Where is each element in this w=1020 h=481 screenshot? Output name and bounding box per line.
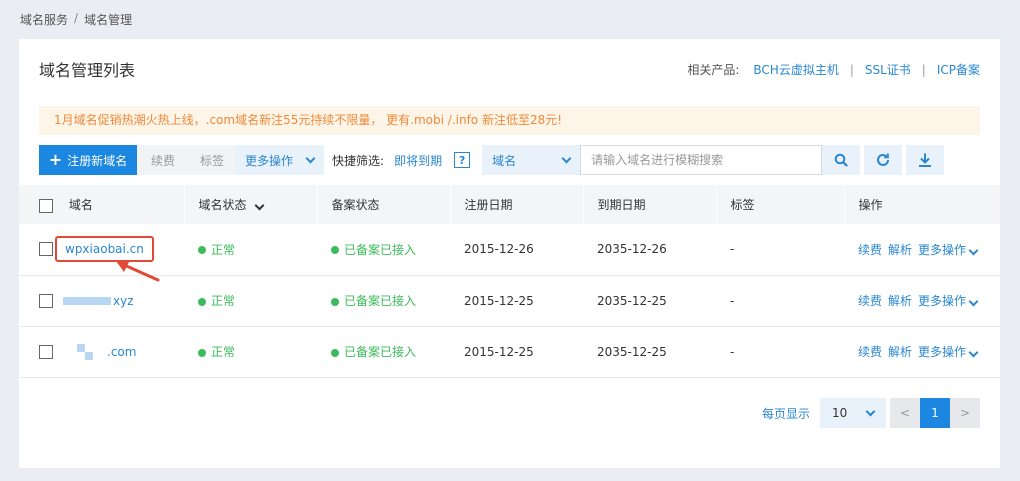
search-type-value: 域名 <box>492 153 517 168</box>
status-dot <box>331 246 339 255</box>
related-products: 相关产品: BCH云虚拟主机 | SSL证书 | ICP备案 <box>687 61 980 78</box>
reg-date: 2015-12-25 <box>450 275 583 327</box>
search-type-select[interactable]: 域名 <box>482 145 581 175</box>
renew-link[interactable]: 续费 <box>858 241 882 258</box>
exp-date: 2035-12-25 <box>583 275 716 327</box>
related-link-icp[interactable]: ICP备案 <box>937 61 980 78</box>
domain-link[interactable]: .com <box>107 345 136 359</box>
icp-status: 已备案已接入 <box>344 242 417 257</box>
chevron-down-icon <box>968 296 979 307</box>
refresh-button[interactable] <box>864 145 903 175</box>
page-size-select[interactable]: 10 <box>820 398 886 428</box>
resolve-link[interactable]: 解析 <box>888 343 912 360</box>
domain-status: 正常 <box>211 242 236 257</box>
annotation-arrow-icon <box>116 260 160 282</box>
reg-date: 2015-12-26 <box>450 224 583 276</box>
reg-date: 2015-12-25 <box>450 326 583 378</box>
header-reg-date: 注册日期 <box>449 185 583 224</box>
row-checkbox[interactable] <box>39 242 53 257</box>
breadcrumb-parent[interactable]: 域名服务 <box>20 11 68 28</box>
row-checkbox[interactable] <box>39 344 53 359</box>
filter-expiring-link[interactable]: 即将到期 <box>394 152 442 169</box>
tag-value: - <box>716 275 844 327</box>
status-dot <box>331 297 339 306</box>
table-header-row: 域名 域名状态 备案状态 注册日期 到期日期 标签 操作 <box>19 185 1000 224</box>
search-icon <box>834 153 848 167</box>
row-actions: 续费 解析 更多操作 <box>858 343 1000 360</box>
download-icon <box>919 153 932 167</box>
renew-button[interactable]: 续费 <box>137 145 189 175</box>
renew-link[interactable]: 续费 <box>858 343 882 360</box>
promo-notice: 1月域名促销热潮火热上线，.com域名新注55元持续不限量， 更有.mobi /… <box>39 106 980 135</box>
related-products-label: 相关产品: <box>687 63 740 77</box>
prev-page-button[interactable]: < <box>890 398 920 428</box>
more-actions-link[interactable]: 更多操作 <box>918 292 979 309</box>
download-button[interactable] <box>906 145 945 175</box>
search-input[interactable] <box>580 145 823 175</box>
register-domain-label: 注册新域名 <box>67 153 128 168</box>
masked-domain-block <box>77 343 107 360</box>
status-dot <box>198 246 206 255</box>
header-icp-status: 备案状态 <box>316 185 450 224</box>
select-all-checkbox[interactable] <box>39 198 53 213</box>
masked-domain-block <box>63 296 111 305</box>
related-link-bch[interactable]: BCH云虚拟主机 <box>753 61 838 78</box>
refresh-icon <box>877 153 890 166</box>
chevron-down-icon <box>254 200 265 211</box>
row-checkbox[interactable] <box>39 293 53 308</box>
next-page-button[interactable]: > <box>950 398 980 428</box>
renew-link[interactable]: 续费 <box>858 292 882 309</box>
header-actions: 操作 <box>843 185 1000 224</box>
more-actions-link[interactable]: 更多操作 <box>918 241 979 258</box>
header-tag: 标签 <box>715 185 844 224</box>
row-actions: 续费 解析 更多操作 <box>858 292 1000 309</box>
plus-icon: + <box>48 150 63 169</box>
breadcrumb-separator: / <box>74 11 79 25</box>
chevron-down-icon <box>968 347 979 358</box>
resolve-link[interactable]: 解析 <box>888 292 912 309</box>
toolbar: + 注册新域名 续费 标签 更多操作 快捷筛选: 即将到期 ? 域名 <box>39 145 980 175</box>
exp-date: 2035-12-26 <box>583 224 716 276</box>
icp-status: 已备案已接入 <box>344 294 417 308</box>
search-button[interactable] <box>822 145 861 175</box>
header-exp-date: 到期日期 <box>582 185 716 224</box>
related-link-ssl[interactable]: SSL证书 <box>865 61 911 78</box>
status-dot <box>331 348 339 357</box>
header-domain: 域名 <box>19 185 184 224</box>
register-domain-button[interactable]: + 注册新域名 <box>39 145 137 175</box>
breadcrumb: 域名服务 / 域名管理 <box>20 11 132 28</box>
more-actions-link[interactable]: 更多操作 <box>918 343 979 360</box>
page-button-current[interactable]: 1 <box>920 398 950 428</box>
exp-date: 2035-12-25 <box>583 326 716 378</box>
status-dot <box>198 348 206 357</box>
more-actions-label: 更多操作 <box>245 153 294 168</box>
chevron-down-icon <box>865 406 876 416</box>
status-dot <box>198 297 206 306</box>
icp-status: 已备案已接入 <box>344 345 417 359</box>
resolve-link[interactable]: 解析 <box>888 241 912 258</box>
tag-value: - <box>716 326 844 378</box>
quick-filter-label: 快捷筛选: <box>332 153 385 168</box>
more-actions-dropdown[interactable]: 更多操作 <box>235 145 325 175</box>
divider: | <box>921 62 926 77</box>
tag-button[interactable]: 标签 <box>189 145 235 175</box>
page-size-value: 10 <box>832 406 848 420</box>
chevron-down-icon <box>968 245 979 256</box>
tag-value: - <box>716 224 844 276</box>
page-title: 域名管理列表 <box>39 61 136 80</box>
per-page-label: 每页显示 <box>761 406 810 421</box>
header-domain-status[interactable]: 域名状态 <box>183 185 317 224</box>
table-row: .com 正常 已备案已接入 2015-12-25 2035-12-25 - 续… <box>19 326 1000 378</box>
divider: | <box>849 62 854 77</box>
row-actions: 续费 解析 更多操作 <box>858 241 1000 258</box>
domain-status: 正常 <box>211 294 236 308</box>
chevron-down-icon <box>305 153 316 163</box>
pagination: 每页显示 10 < 1 > <box>762 398 980 428</box>
breadcrumb-current: 域名管理 <box>84 13 133 27</box>
domain-link[interactable]: xyz <box>113 294 134 308</box>
help-icon[interactable]: ? <box>454 152 471 168</box>
chevron-down-icon <box>561 153 572 163</box>
domain-status: 正常 <box>211 345 236 359</box>
